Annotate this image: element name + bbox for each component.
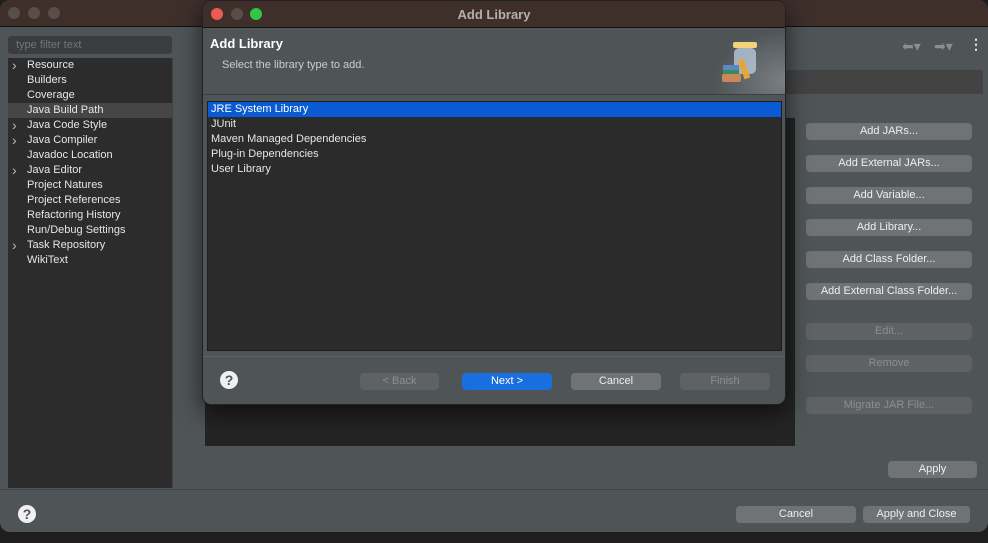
list-item[interactable]: Plug-in Dependencies bbox=[208, 147, 781, 162]
add-jars-button[interactable]: Add JARs... bbox=[806, 123, 972, 140]
header-title: Add Library bbox=[210, 36, 283, 51]
help-icon[interactable]: ? bbox=[220, 371, 238, 389]
tree-item-label: Javadoc Location bbox=[27, 149, 113, 161]
close-button[interactable] bbox=[8, 7, 20, 19]
add-external-class-folder-button[interactable]: Add External Class Folder... bbox=[806, 283, 972, 300]
property-tree: › Resource Builders Coverage Java Build Path… bbox=[8, 58, 172, 488]
chevron-right-icon[interactable]: › bbox=[12, 133, 17, 148]
list-item[interactable]: User Library bbox=[208, 162, 781, 177]
tree-item[interactable]: Refactoring History bbox=[8, 208, 172, 223]
tree-item[interactable]: › Java Code Style bbox=[8, 118, 172, 133]
dialog-title: Add Library bbox=[457, 7, 531, 22]
tree-item[interactable]: Java Build Path bbox=[8, 103, 172, 118]
library-type-list[interactable]: JRE System Library JUnit Maven Managed Dep… bbox=[207, 101, 782, 351]
list-item[interactable]: JUnit bbox=[208, 117, 781, 132]
zoom-button[interactable] bbox=[48, 7, 60, 19]
tree-item-label: Builders bbox=[27, 74, 67, 86]
filter-input[interactable] bbox=[8, 36, 172, 54]
tree-item-label: Java Code Style bbox=[27, 119, 108, 131]
divider bbox=[0, 489, 988, 490]
tree-item[interactable]: Coverage bbox=[8, 88, 172, 103]
back-nav-icon[interactable]: ⬅▾ bbox=[902, 38, 921, 55]
back-button[interactable]: < Back bbox=[360, 373, 439, 390]
tree-item-label: Java Compiler bbox=[27, 134, 98, 146]
divider bbox=[203, 356, 785, 357]
add-library-dialog: Add Library Add Library Select the libra… bbox=[202, 0, 786, 405]
tree-item[interactable]: Run/Debug Settings bbox=[8, 223, 172, 238]
chevron-right-icon[interactable]: › bbox=[12, 238, 17, 253]
forward-nav-icon[interactable]: ➡▾ bbox=[934, 38, 953, 55]
tree-item[interactable]: Javadoc Location bbox=[8, 148, 172, 163]
apply-and-close-button[interactable]: Apply and Close bbox=[863, 506, 970, 523]
tree-item-label: Project References bbox=[27, 194, 121, 206]
edit-button[interactable]: Edit... bbox=[806, 323, 972, 340]
tree-item-label: Java Build Path bbox=[27, 104, 104, 116]
chevron-right-icon[interactable]: › bbox=[12, 163, 17, 178]
tree-item[interactable]: Project Natures bbox=[8, 178, 172, 193]
add-variable-button[interactable]: Add Variable... bbox=[806, 187, 972, 204]
tree-item-label: Resource bbox=[27, 59, 75, 71]
chevron-right-icon[interactable]: › bbox=[12, 118, 17, 133]
add-class-folder-button[interactable]: Add Class Folder... bbox=[806, 251, 972, 268]
tree-item[interactable]: WikiText bbox=[8, 253, 172, 268]
help-icon[interactable]: ? bbox=[18, 505, 36, 523]
divider bbox=[172, 58, 173, 488]
remove-button[interactable]: Remove bbox=[806, 355, 972, 372]
tree-item-label: Coverage bbox=[27, 89, 75, 101]
tree-item[interactable]: › Java Editor bbox=[8, 163, 172, 178]
list-item[interactable]: Maven Managed Dependencies bbox=[208, 132, 781, 147]
tree-item[interactable]: › Task Repository bbox=[8, 238, 172, 253]
tree-item[interactable]: › Resource bbox=[8, 58, 172, 73]
minimize-button[interactable] bbox=[28, 7, 40, 19]
tree-item-label: Run/Debug Settings bbox=[27, 224, 126, 236]
cancel-button[interactable]: Cancel bbox=[736, 506, 856, 523]
tab-strip bbox=[785, 70, 983, 94]
finish-button[interactable]: Finish bbox=[680, 373, 770, 390]
more-menu-icon[interactable]: ⋮ bbox=[969, 36, 983, 53]
chevron-right-icon[interactable]: › bbox=[12, 58, 17, 73]
tree-item-label: Refactoring History bbox=[27, 209, 121, 221]
add-library-button[interactable]: Add Library... bbox=[806, 219, 972, 236]
tree-item-label: Task Repository bbox=[27, 239, 106, 251]
tree-item-label: WikiText bbox=[27, 254, 68, 266]
apply-button[interactable]: Apply bbox=[888, 461, 977, 478]
library-jar-icon bbox=[713, 29, 785, 94]
header-description: Select the library type to add. bbox=[222, 59, 365, 71]
divider bbox=[203, 94, 785, 95]
cancel-button[interactable]: Cancel bbox=[571, 373, 661, 390]
tree-item-label: Java Editor bbox=[27, 164, 83, 176]
tree-item[interactable]: Project References bbox=[8, 193, 172, 208]
list-item[interactable]: JRE System Library bbox=[208, 102, 781, 117]
next-button[interactable]: Next > bbox=[462, 373, 552, 390]
dialog-title-bar: Add Library bbox=[203, 1, 785, 28]
migrate-jar-button[interactable]: Migrate JAR File... bbox=[806, 397, 972, 414]
add-external-jars-button[interactable]: Add External JARs... bbox=[806, 155, 972, 172]
tree-item[interactable]: › Java Compiler bbox=[8, 133, 172, 148]
tree-item[interactable]: Builders bbox=[8, 73, 172, 88]
tree-item-label: Project Natures bbox=[27, 179, 103, 191]
